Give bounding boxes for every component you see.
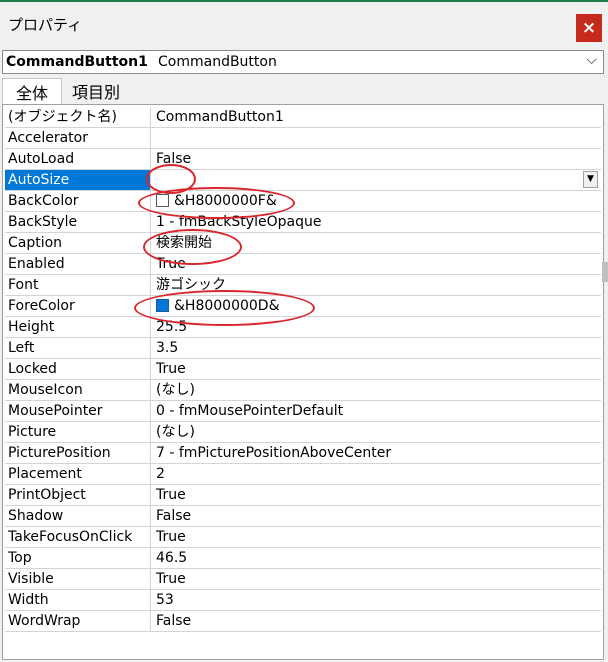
property-name[interactable]: MouseIcon — [5, 380, 151, 400]
property-name[interactable]: BackStyle — [5, 212, 151, 232]
tab-categorized[interactable]: 項目別 — [64, 78, 128, 104]
color-swatch — [156, 299, 169, 312]
property-value[interactable]: 53 — [153, 590, 601, 610]
property-name[interactable]: AutoSize — [5, 170, 151, 190]
property-value[interactable]: True — [153, 485, 601, 505]
object-selector-dropdown[interactable]: CommandButton1 CommandButton ⌵ — [2, 50, 604, 74]
property-row[interactable]: WordWrap False — [5, 611, 601, 632]
property-row[interactable]: (オブジェクト名) CommandButton1 — [5, 107, 601, 128]
property-name[interactable]: Top — [5, 548, 151, 568]
window-title: プロパティ — [8, 16, 83, 34]
property-value[interactable]: &H8000000D& — [153, 296, 601, 316]
property-row[interactable]: Shadow False — [5, 506, 601, 527]
property-row[interactable]: MouseIcon (なし) — [5, 380, 601, 401]
value-dropdown-button[interactable]: ▼ — [583, 171, 598, 188]
property-row[interactable]: Top 46.5 — [5, 548, 601, 569]
property-name[interactable]: Caption — [5, 233, 151, 253]
property-value[interactable]: (なし) — [153, 380, 601, 400]
property-name[interactable]: Placement — [5, 464, 151, 484]
property-value[interactable]: True — [153, 254, 601, 274]
property-name[interactable]: Enabled — [5, 254, 151, 274]
property-name[interactable]: WordWrap — [5, 611, 151, 631]
property-row[interactable]: Enabled True — [5, 254, 601, 275]
property-name[interactable]: Font — [5, 275, 151, 295]
property-name[interactable]: Width — [5, 590, 151, 610]
property-row[interactable]: Caption 検索開始 — [5, 233, 601, 254]
property-row[interactable]: Width 53 — [5, 590, 601, 611]
property-value[interactable]: 2 — [153, 464, 601, 484]
chevron-down-icon: ⌵ — [586, 52, 597, 68]
property-value[interactable]: 游ゴシック — [153, 275, 601, 295]
property-grid: (オブジェクト名) CommandButton1 Accelerator AutoLo… — [2, 104, 604, 660]
property-name[interactable]: TakeFocusOnClick — [5, 527, 151, 547]
property-value[interactable]: False — [153, 611, 601, 631]
property-row[interactable]: MousePointer 0 - fmMousePointerDefault — [5, 401, 601, 422]
property-row[interactable]: Accelerator — [5, 128, 601, 149]
property-row[interactable]: Placement 2 — [5, 464, 601, 485]
selected-object-name: CommandButton1 — [6, 54, 148, 70]
property-name[interactable]: Picture — [5, 422, 151, 442]
property-row[interactable]: ForeColor &H8000000D& — [5, 296, 601, 317]
property-value[interactable]: 3.5 — [153, 338, 601, 358]
property-value-text: &H8000000F& — [174, 193, 277, 209]
tab-alphabetic[interactable]: 全体 — [2, 78, 62, 104]
close-icon: × — [581, 18, 597, 38]
property-row[interactable]: BackStyle 1 - fmBackStyleOpaque — [5, 212, 601, 233]
property-row[interactable]: Visible True — [5, 569, 601, 590]
property-value[interactable]: False — [153, 149, 601, 169]
property-value[interactable]: ▼ — [153, 170, 601, 190]
property-row[interactable]: Font 游ゴシック — [5, 275, 601, 296]
property-value[interactable]: (なし) — [153, 422, 601, 442]
property-value[interactable]: True — [153, 359, 601, 379]
property-row[interactable]: PicturePosition 7 - fmPicturePositionAbov… — [5, 443, 601, 464]
property-row[interactable]: TakeFocusOnClick True — [5, 527, 601, 548]
property-tabs: 全体 項目別 — [2, 78, 604, 104]
property-value[interactable]: CommandButton1 — [153, 107, 601, 127]
property-value[interactable]: 検索開始 — [153, 233, 601, 253]
property-value[interactable]: 0 - fmMousePointerDefault — [153, 401, 601, 421]
property-row[interactable]: AutoSize ▼ — [5, 170, 601, 191]
property-name[interactable]: Locked — [5, 359, 151, 379]
title-bar: プロパティ × — [0, 2, 608, 46]
property-value[interactable]: 25.5 — [153, 317, 601, 337]
property-name[interactable]: PrintObject — [5, 485, 151, 505]
property-name[interactable]: Height — [5, 317, 151, 337]
property-row[interactable]: Height 25.5 — [5, 317, 601, 338]
property-name[interactable]: ForeColor — [5, 296, 151, 316]
property-value[interactable]: True — [153, 527, 601, 547]
property-name[interactable]: Left — [5, 338, 151, 358]
property-name[interactable]: AutoLoad — [5, 149, 151, 169]
property-value[interactable] — [153, 128, 601, 148]
property-value[interactable]: True — [153, 569, 601, 589]
property-name[interactable]: BackColor — [5, 191, 151, 211]
property-value[interactable]: False — [153, 506, 601, 526]
property-row[interactable]: Left 3.5 — [5, 338, 601, 359]
color-swatch — [156, 194, 169, 207]
scrollbar-edge[interactable] — [602, 262, 608, 282]
property-row[interactable]: Locked True — [5, 359, 601, 380]
property-row[interactable]: BackColor &H8000000F& — [5, 191, 601, 212]
property-name[interactable]: MousePointer — [5, 401, 151, 421]
property-value[interactable]: 46.5 — [153, 548, 601, 568]
close-button[interactable]: × — [576, 14, 602, 42]
property-value[interactable]: 7 - fmPicturePositionAboveCenter — [153, 443, 601, 463]
property-value-text: &H8000000D& — [174, 298, 280, 314]
property-name[interactable]: (オブジェクト名) — [5, 107, 151, 127]
property-row[interactable]: Picture (なし) — [5, 422, 601, 443]
property-row[interactable]: PrintObject True — [5, 485, 601, 506]
property-row[interactable]: AutoLoad False — [5, 149, 601, 170]
property-value[interactable]: &H8000000F& — [153, 191, 601, 211]
property-name[interactable]: Accelerator — [5, 128, 151, 148]
property-name[interactable]: Visible — [5, 569, 151, 589]
selected-object-type: CommandButton — [158, 54, 277, 70]
property-name[interactable]: PicturePosition — [5, 443, 151, 463]
property-value[interactable]: 1 - fmBackStyleOpaque — [153, 212, 601, 232]
property-name[interactable]: Shadow — [5, 506, 151, 526]
